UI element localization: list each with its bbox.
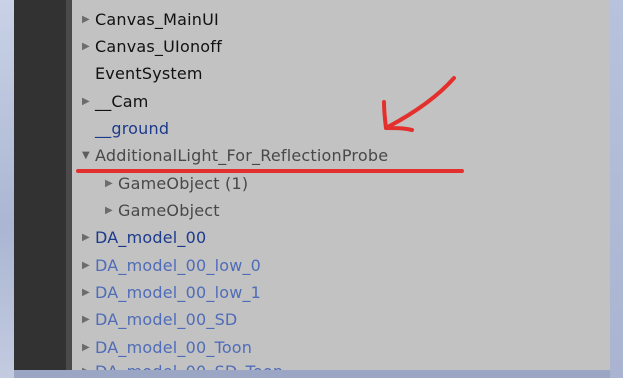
hierarchy-row-gameobject-1[interactable]: ▶ GameObject (1)	[105, 170, 248, 197]
editor-side-panel	[14, 0, 66, 378]
expand-arrow-icon[interactable]: ▶	[82, 224, 95, 251]
expand-arrow-icon[interactable]: ▶	[82, 252, 95, 279]
hierarchy-item-label: AdditionalLight_For_ReflectionProbe	[95, 146, 389, 165]
hierarchy-row-eventsystem[interactable]: EventSystem	[82, 60, 203, 87]
expand-arrow-icon[interactable]: ▶	[82, 6, 95, 33]
collapse-arrow-icon[interactable]: ▼	[82, 142, 95, 169]
hierarchy-item-label: DA_model_00	[95, 228, 207, 247]
hierarchy-row-gameobject[interactable]: ▶ GameObject	[105, 197, 220, 224]
hierarchy-row-da-model-00-sd[interactable]: ▶ DA_model_00_SD	[82, 306, 237, 333]
hierarchy-item-label: DA_model_00_SD_Toon	[95, 362, 283, 370]
hierarchy-row-da-model-00-toon[interactable]: ▶ DA_model_00_Toon	[82, 334, 252, 361]
hierarchy-item-label: Canvas_UIonoff	[95, 37, 222, 56]
hierarchy-item-label: DA_model_00_SD	[95, 310, 238, 329]
expand-arrow-icon[interactable]: ▶	[105, 197, 118, 224]
hierarchy-row-da-model-00-low-1[interactable]: ▶ DA_model_00_low_1	[82, 279, 261, 306]
hierarchy-row-cam[interactable]: ▶ __Cam	[82, 88, 149, 115]
hierarchy-item-label: __ground	[95, 119, 170, 138]
expand-arrow-icon[interactable]: ▶	[82, 358, 95, 370]
hierarchy-item-label: GameObject (1)	[118, 174, 249, 193]
desktop-background-bottom	[14, 370, 610, 378]
hierarchy-row-da-model-00-low-0[interactable]: ▶ DA_model_00_low_0	[82, 252, 261, 279]
hierarchy-row-ground[interactable]: __ground	[82, 115, 169, 142]
hierarchy-item-label: DA_model_00_low_0	[95, 256, 262, 275]
expand-arrow-icon[interactable]: ▶	[105, 170, 118, 197]
hierarchy-row-additionallight[interactable]: ▼ AdditionalLight_For_ReflectionProbe	[82, 142, 388, 169]
red-underline-annotation	[76, 169, 464, 173]
hierarchy-row-da-model-00-sd-toon[interactable]: ▶DA_model_00_SD_Toon	[82, 358, 283, 370]
expand-arrow-icon[interactable]: ▶	[82, 279, 95, 306]
hierarchy-item-label: DA_model_00_Toon	[95, 338, 253, 357]
red-hand-drawn-arrow-icon	[382, 76, 456, 132]
hierarchy-item-label: DA_model_00_low_1	[95, 283, 262, 302]
hierarchy-row-canvas-mainui[interactable]: ▶ Canvas_MainUI	[82, 6, 219, 33]
hierarchy-item-label: Canvas_MainUI	[95, 10, 219, 29]
desktop-background-left	[0, 0, 14, 378]
expand-arrow-icon[interactable]: ▶	[82, 334, 95, 361]
hierarchy-item-label: GameObject	[118, 201, 220, 220]
hierarchy-row-canvas-uionoff[interactable]: ▶ Canvas_UIonoff	[82, 33, 222, 60]
expand-arrow-icon[interactable]: ▶	[82, 33, 95, 60]
expand-arrow-icon[interactable]: ▶	[82, 306, 95, 333]
hierarchy-panel: ▶ Canvas_MainUI ▶ Canvas_UIonoff EventSyst…	[72, 0, 610, 370]
hierarchy-item-label: __Cam	[95, 92, 149, 111]
expand-arrow-icon[interactable]: ▶	[82, 88, 95, 115]
hierarchy-item-label: EventSystem	[95, 64, 203, 83]
desktop-background-right	[610, 0, 623, 378]
hierarchy-row-da-model-00[interactable]: ▶ DA_model_00	[82, 224, 206, 251]
